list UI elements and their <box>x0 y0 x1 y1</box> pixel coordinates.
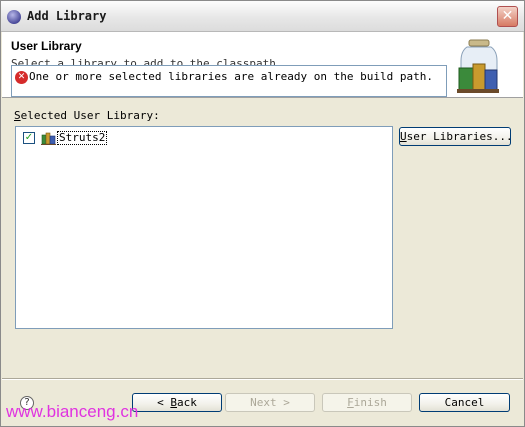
button-accelerator: F <box>347 396 354 409</box>
button-label: inish <box>353 396 387 409</box>
selected-library-label: Selected User Library: <box>14 109 160 122</box>
struts2-checkbox[interactable]: ✓ <box>23 132 35 144</box>
title-bar: Add Library ✕ <box>1 1 524 32</box>
cancel-button[interactable]: Cancel <box>419 393 510 412</box>
label-text: elected User Library: <box>20 109 160 122</box>
button-accelerator: B <box>170 396 177 409</box>
button-label: ser Libraries... <box>406 130 513 143</box>
add-library-dialog: Add Library ✕ User Library Select a libr… <box>0 0 525 427</box>
footer-separator <box>2 378 523 380</box>
finish-button[interactable]: Finish <box>322 393 412 412</box>
button-label: ack <box>177 396 197 409</box>
back-arrow: < <box>157 396 171 409</box>
library-jar-icon <box>457 39 499 93</box>
library-list[interactable]: ✓ Struts2 <box>15 126 393 329</box>
close-button[interactable]: ✕ <box>497 6 518 27</box>
button-accelerator: U <box>400 130 407 143</box>
window-title: Add Library <box>27 9 107 23</box>
page-description: Select a library to add to the classpath <box>11 57 276 65</box>
error-icon: ✕ <box>15 71 28 84</box>
page-title: User Library <box>11 39 82 53</box>
back-button[interactable]: < Back <box>132 393 222 412</box>
eclipse-icon <box>7 10 21 24</box>
label-accelerator: S <box>14 109 21 122</box>
user-libraries-button[interactable]: User Libraries... <box>399 127 513 146</box>
next-button[interactable]: Next > <box>225 393 315 412</box>
watermark-text: www.bianceng.cn <box>6 402 139 421</box>
error-message: One or more selected libraries are alrea… <box>29 70 433 83</box>
library-name[interactable]: Struts2 <box>57 131 108 145</box>
error-message-box: ✕ One or more selected libraries are alr… <box>11 65 447 97</box>
wizard-header: User Library Select a library to add to … <box>2 32 523 98</box>
library-icon <box>41 132 56 145</box>
